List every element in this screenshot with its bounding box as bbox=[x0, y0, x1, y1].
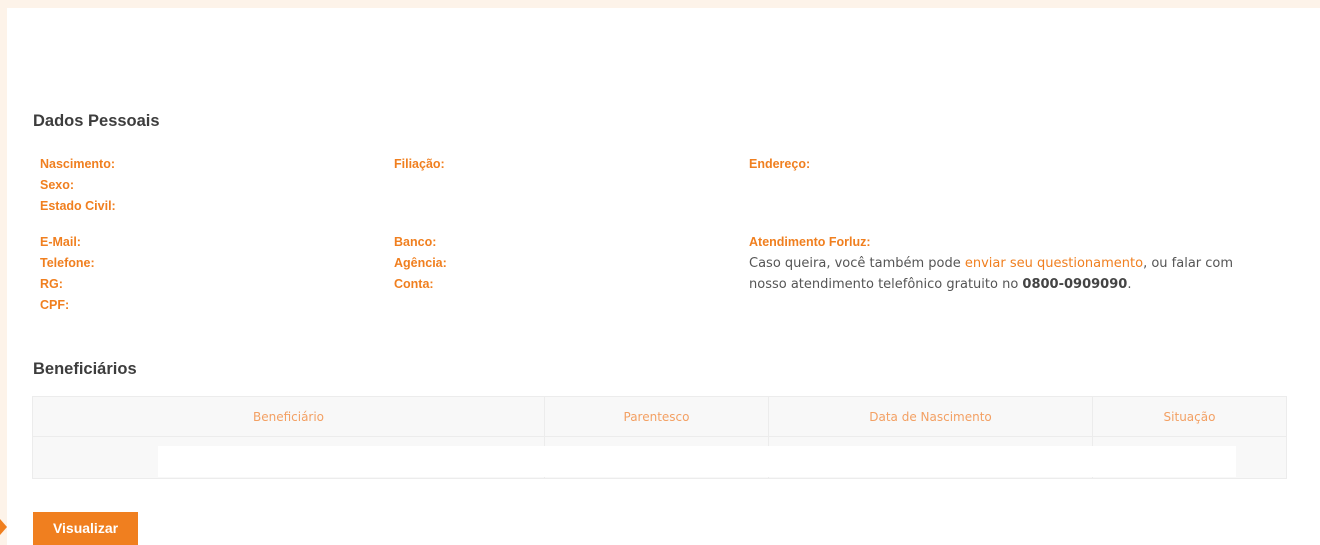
cpf-label: CPF: bbox=[40, 298, 70, 312]
support-title: Atendimento Forluz: bbox=[749, 235, 871, 249]
send-question-link[interactable]: enviar seu questionamento bbox=[965, 256, 1143, 271]
account-label: Conta: bbox=[394, 277, 434, 291]
support-text-after: , ou falar com bbox=[1143, 256, 1234, 271]
support-phone-number: 0800-0909090 bbox=[1022, 277, 1128, 292]
rg-label: RG: bbox=[40, 277, 63, 291]
table-row-overlay bbox=[158, 446, 1236, 477]
address-label: Endereço: bbox=[749, 157, 811, 171]
personal-data-title: Dados Pessoais bbox=[33, 112, 160, 130]
support-text-line1: Caso queira, você também pode enviar seu… bbox=[749, 256, 1233, 271]
support-text-line2: nosso atendimento telefônico gratuito no… bbox=[749, 277, 1131, 292]
bank-label: Banco: bbox=[394, 235, 437, 249]
col-relationship[interactable]: Parentesco bbox=[544, 396, 769, 437]
support-line2-suffix: . bbox=[1127, 277, 1132, 292]
table-header-row: Beneficiário Parentesco Data de Nascimen… bbox=[32, 396, 1287, 437]
birth-label: Nascimento: bbox=[40, 157, 116, 171]
email-label: E-Mail: bbox=[40, 235, 81, 249]
support-text-before: Caso queira, você também pode bbox=[749, 256, 965, 271]
beneficiaries-title: Beneficiários bbox=[33, 360, 137, 378]
col-status[interactable]: Situação bbox=[1092, 396, 1287, 437]
marital-status-label: Estado Civil: bbox=[40, 199, 116, 213]
phone-label: Telefone: bbox=[40, 256, 95, 270]
col-birth-date[interactable]: Data de Nascimento bbox=[768, 396, 1093, 437]
view-button[interactable]: Visualizar bbox=[33, 512, 138, 545]
agency-label: Agência: bbox=[394, 256, 447, 270]
col-beneficiary[interactable]: Beneficiário bbox=[32, 396, 545, 437]
parentage-label: Filiação: bbox=[394, 157, 445, 171]
sex-label: Sexo: bbox=[40, 178, 75, 192]
arrow-indicator-icon bbox=[0, 519, 7, 535]
support-line2-prefix: nosso atendimento telefônico gratuito no bbox=[749, 277, 1023, 292]
